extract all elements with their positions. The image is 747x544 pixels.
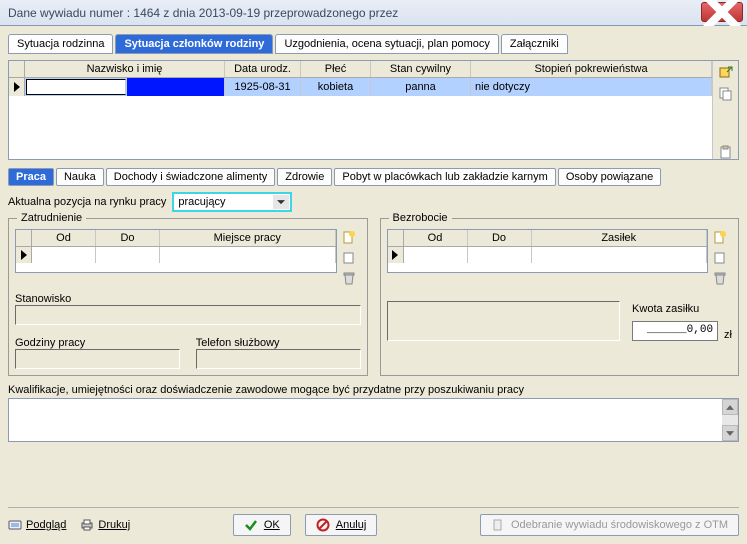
edit-icon[interactable] (342, 251, 356, 265)
hours-field[interactable] (15, 349, 180, 369)
print-label: Drukuj (98, 519, 130, 531)
new-icon[interactable] (713, 231, 727, 245)
tab-nauka[interactable]: Nauka (56, 168, 104, 186)
new-icon[interactable] (342, 231, 356, 245)
unemployment-fieldset: Bezrobocie Od Do Zasiłek (380, 218, 740, 376)
unemployment-grid[interactable]: Od Do Zasiłek (387, 229, 709, 273)
receive-button[interactable]: Odebranie wywiadu środowiskowego z OTM (480, 514, 739, 536)
tab-sytuacja-rodzinna[interactable]: Sytuacja rodzinna (8, 34, 113, 54)
edit-icon[interactable] (713, 251, 727, 265)
grid-row[interactable]: 1925-08-31 kobieta panna nie dotyczy (9, 78, 712, 96)
unemp-note-field[interactable] (387, 301, 621, 341)
cell-name-highlight (127, 78, 225, 96)
employment-grid[interactable]: Od Do Miejsce pracy (15, 229, 337, 273)
amount-label: Kwota zasiłku (632, 303, 732, 315)
employment-legend: Zatrudnienie (17, 212, 86, 224)
cancel-label: Anuluj (336, 519, 367, 531)
position-field[interactable] (15, 305, 361, 325)
emp-col-do[interactable]: Do (96, 230, 160, 246)
qualifications-textarea[interactable] (8, 398, 739, 442)
document-icon (491, 518, 505, 532)
paste-icon[interactable] (719, 145, 733, 159)
unemp-col-do[interactable]: Do (468, 230, 532, 246)
tab-dochody[interactable]: Dochody i świadczone alimenty (106, 168, 275, 186)
ok-label: OK (264, 519, 280, 531)
check-icon (244, 518, 258, 532)
scrollbar[interactable] (722, 399, 738, 441)
copy-icon[interactable] (719, 87, 733, 101)
col-marital[interactable]: Stan cywilny (371, 61, 471, 77)
main-tabs: Sytuacja rodzinna Sytuacja członków rodz… (8, 34, 739, 54)
family-grid: Nazwisko i imię Data urodz. Płeć Stan cy… (8, 60, 739, 160)
tab-osoby[interactable]: Osoby powiązane (558, 168, 661, 186)
cancel-button[interactable]: Anuluj (305, 514, 378, 536)
col-sex[interactable]: Płeć (301, 61, 371, 77)
row-indicator-icon (16, 247, 32, 263)
amount-unit: zł (724, 329, 732, 341)
employment-fieldset: Zatrudnienie Od Do Miejsce pracy (8, 218, 368, 376)
export-icon[interactable] (719, 65, 733, 79)
position-label: Stanowisko (15, 293, 361, 305)
phone-label: Telefon służbowy (196, 337, 361, 349)
bottom-bar: Podgląd Drukuj OK Anuluj Odebranie wywia… (8, 507, 739, 536)
cell-sex: kobieta (301, 78, 371, 96)
tab-uzgodnienia[interactable]: Uzgodnienia, ocena sytuacji, plan pomocy (275, 34, 498, 54)
emp-side-toolbar (337, 229, 361, 285)
preview-button[interactable]: Podgląd (8, 518, 66, 532)
close-button[interactable] (701, 2, 743, 22)
unemp-col-zasilek[interactable]: Zasiłek (532, 230, 708, 246)
chevron-down-icon[interactable] (273, 195, 289, 209)
row-indicator-icon (388, 247, 404, 263)
qualifications-label: Kwalifikacje, umiejętności oraz doświadc… (8, 384, 739, 396)
unemp-col-od[interactable]: Od (404, 230, 468, 246)
print-button[interactable]: Drukuj (80, 518, 130, 532)
trash-icon[interactable] (713, 271, 727, 285)
col-birth[interactable]: Data urodz. (225, 61, 301, 77)
preview-label: Podgląd (26, 519, 66, 531)
tab-zdrowie[interactable]: Zdrowie (277, 168, 332, 186)
cell-kinship: nie dotyczy (471, 78, 712, 96)
labor-line: Aktualna pozycja na rynku pracy pracując… (8, 192, 739, 212)
printer-icon (80, 518, 94, 532)
scroll-down-icon[interactable] (722, 425, 738, 441)
tab-praca[interactable]: Praca (8, 168, 54, 186)
col-kinship[interactable]: Stopień pokrewieństwa (471, 61, 712, 77)
labor-value: pracujący (178, 196, 225, 208)
tab-sytuacja-czlonkow[interactable]: Sytuacja członków rodziny (115, 34, 273, 54)
grid-header-row: Nazwisko i imię Data urodz. Płeć Stan cy… (9, 61, 712, 78)
unemployment-legend: Bezrobocie (389, 212, 452, 224)
client-area: Sytuacja rodzinna Sytuacja członków rodz… (0, 26, 747, 544)
trash-icon[interactable] (342, 271, 356, 285)
no-entry-icon (316, 518, 330, 532)
employment-row: Zatrudnienie Od Do Miejsce pracy (8, 218, 739, 376)
tab-zalaczniki[interactable]: Załączniki (501, 34, 568, 54)
hours-label: Godziny pracy (15, 337, 180, 349)
title-bar: Dane wywiadu numer : 1464 z dnia 2013-09… (0, 0, 747, 26)
phone-field[interactable] (196, 349, 361, 369)
emp-col-od[interactable]: Od (32, 230, 96, 246)
amount-field[interactable]: ______0,00 (632, 321, 718, 341)
detail-tabs: Praca Nauka Dochody i świadczone aliment… (8, 168, 739, 186)
emp-col-miejsce[interactable]: Miejsce pracy (160, 230, 336, 246)
ok-button[interactable]: OK (233, 514, 291, 536)
grid-side-toolbar (712, 61, 738, 159)
cell-birth: 1925-08-31 (225, 78, 301, 96)
col-name[interactable]: Nazwisko i imię (25, 61, 225, 77)
receive-label: Odebranie wywiadu środowiskowego z OTM (511, 519, 728, 531)
cell-marital: panna (371, 78, 471, 96)
labor-label: Aktualna pozycja na rynku pracy (8, 196, 166, 208)
preview-icon (8, 518, 22, 532)
window-title: Dane wywiadu numer : 1464 z dnia 2013-09… (8, 6, 398, 20)
scroll-up-icon[interactable] (722, 399, 738, 415)
cell-name-edit[interactable] (26, 79, 126, 95)
qualifications-block: Kwalifikacje, umiejętności oraz doświadc… (8, 384, 739, 442)
row-indicator-icon (9, 78, 25, 96)
tab-pobyt[interactable]: Pobyt w placówkach lub zakładzie karnym (334, 168, 555, 186)
labor-dropdown[interactable]: pracujący (172, 192, 292, 212)
unemp-side-toolbar (708, 229, 732, 285)
